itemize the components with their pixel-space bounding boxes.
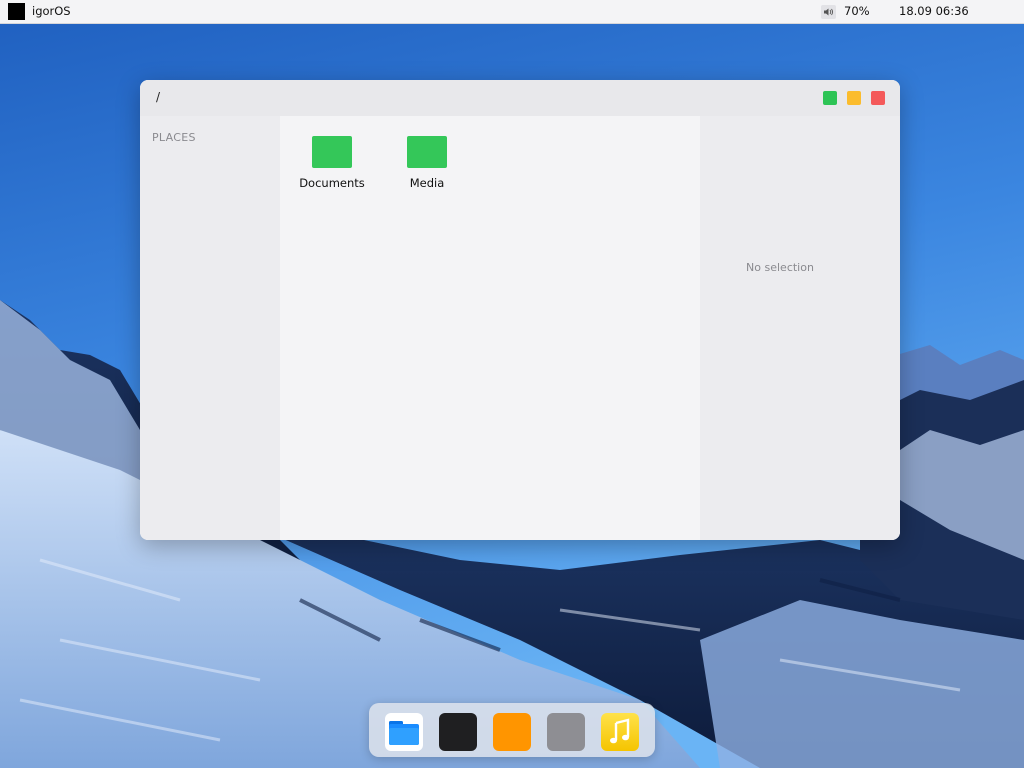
folder-media[interactable]: Media	[387, 136, 467, 190]
maximize-button[interactable]	[823, 91, 837, 105]
os-name[interactable]: igorOS	[32, 4, 71, 19]
places-heading: PLACES	[152, 131, 196, 144]
preview-pane: No selection	[700, 116, 900, 540]
close-button[interactable]	[871, 91, 885, 105]
terminal-app-icon[interactable]	[439, 713, 477, 751]
file-manager-window: / PLACES Documents Media No selection	[140, 80, 900, 540]
os-logo-icon[interactable]	[8, 3, 25, 20]
files-glyph	[389, 721, 419, 745]
files-app-icon[interactable]	[385, 713, 423, 751]
volume-level: 70%	[844, 4, 870, 18]
folder-icon	[407, 136, 447, 168]
folder-label: Media	[409, 176, 445, 190]
orange-app-icon[interactable]	[493, 713, 531, 751]
clock: 18.09 06:36	[899, 4, 969, 18]
gray-app-icon[interactable]	[547, 713, 585, 751]
speaker-icon[interactable]	[821, 5, 836, 19]
folder-icon	[312, 136, 352, 168]
menubar: igorOS 70% 18.09 06:36	[0, 0, 1024, 24]
speaker-glyph	[824, 8, 833, 16]
music-app-icon[interactable]	[601, 713, 639, 751]
folder-label: Documents	[299, 176, 365, 190]
places-sidebar: PLACES	[140, 116, 280, 540]
no-selection-text: No selection	[746, 261, 814, 274]
window-titlebar[interactable]: /	[140, 80, 900, 116]
current-path: /	[156, 90, 161, 104]
file-list: Documents Media	[280, 116, 700, 540]
music-note-glyph	[610, 718, 630, 744]
minimize-button[interactable]	[847, 91, 861, 105]
folder-documents[interactable]: Documents	[292, 136, 372, 190]
dock	[369, 703, 655, 757]
